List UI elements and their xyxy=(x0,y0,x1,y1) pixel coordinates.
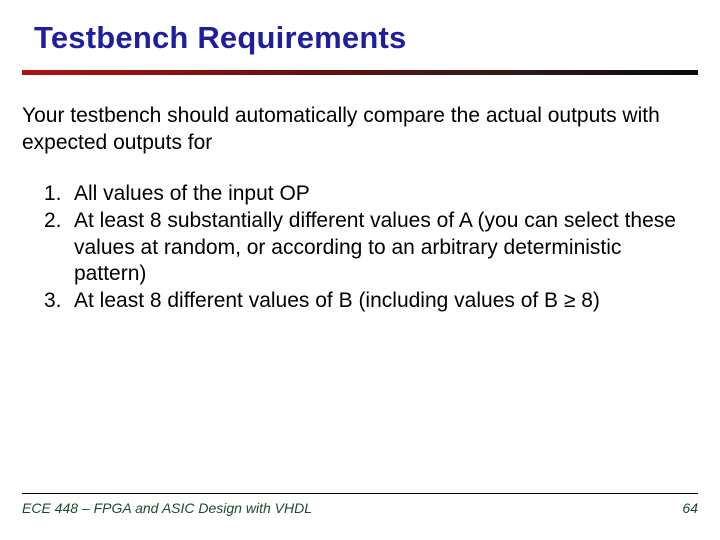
slide-body: Your testbench should automatically comp… xyxy=(0,75,720,315)
list-text: At least 8 substantially different value… xyxy=(74,209,676,286)
list-item: 3. At least 8 different values of B (inc… xyxy=(74,288,690,315)
page-title: Testbench Requirements xyxy=(0,0,720,70)
course-label: ECE 448 – FPGA and ASIC Design with VHDL xyxy=(22,500,312,516)
requirements-list: 1. All values of the input OP 2. At leas… xyxy=(22,181,690,315)
list-number: 2. xyxy=(44,208,62,235)
slide-footer: ECE 448 – FPGA and ASIC Design with VHDL… xyxy=(22,493,698,516)
footer-row: ECE 448 – FPGA and ASIC Design with VHDL… xyxy=(22,500,698,516)
footer-divider xyxy=(22,493,698,494)
list-number: 1. xyxy=(44,181,62,208)
slide: Testbench Requirements Your testbench sh… xyxy=(0,0,720,540)
list-number: 3. xyxy=(44,288,62,315)
page-number: 64 xyxy=(682,500,698,516)
intro-paragraph: Your testbench should automatically comp… xyxy=(22,103,690,157)
list-text: All values of the input OP xyxy=(74,182,310,205)
list-item: 1. All values of the input OP xyxy=(74,181,690,208)
list-item: 2. At least 8 substantially different va… xyxy=(74,208,690,289)
list-text: At least 8 different values of B (includ… xyxy=(74,289,600,312)
